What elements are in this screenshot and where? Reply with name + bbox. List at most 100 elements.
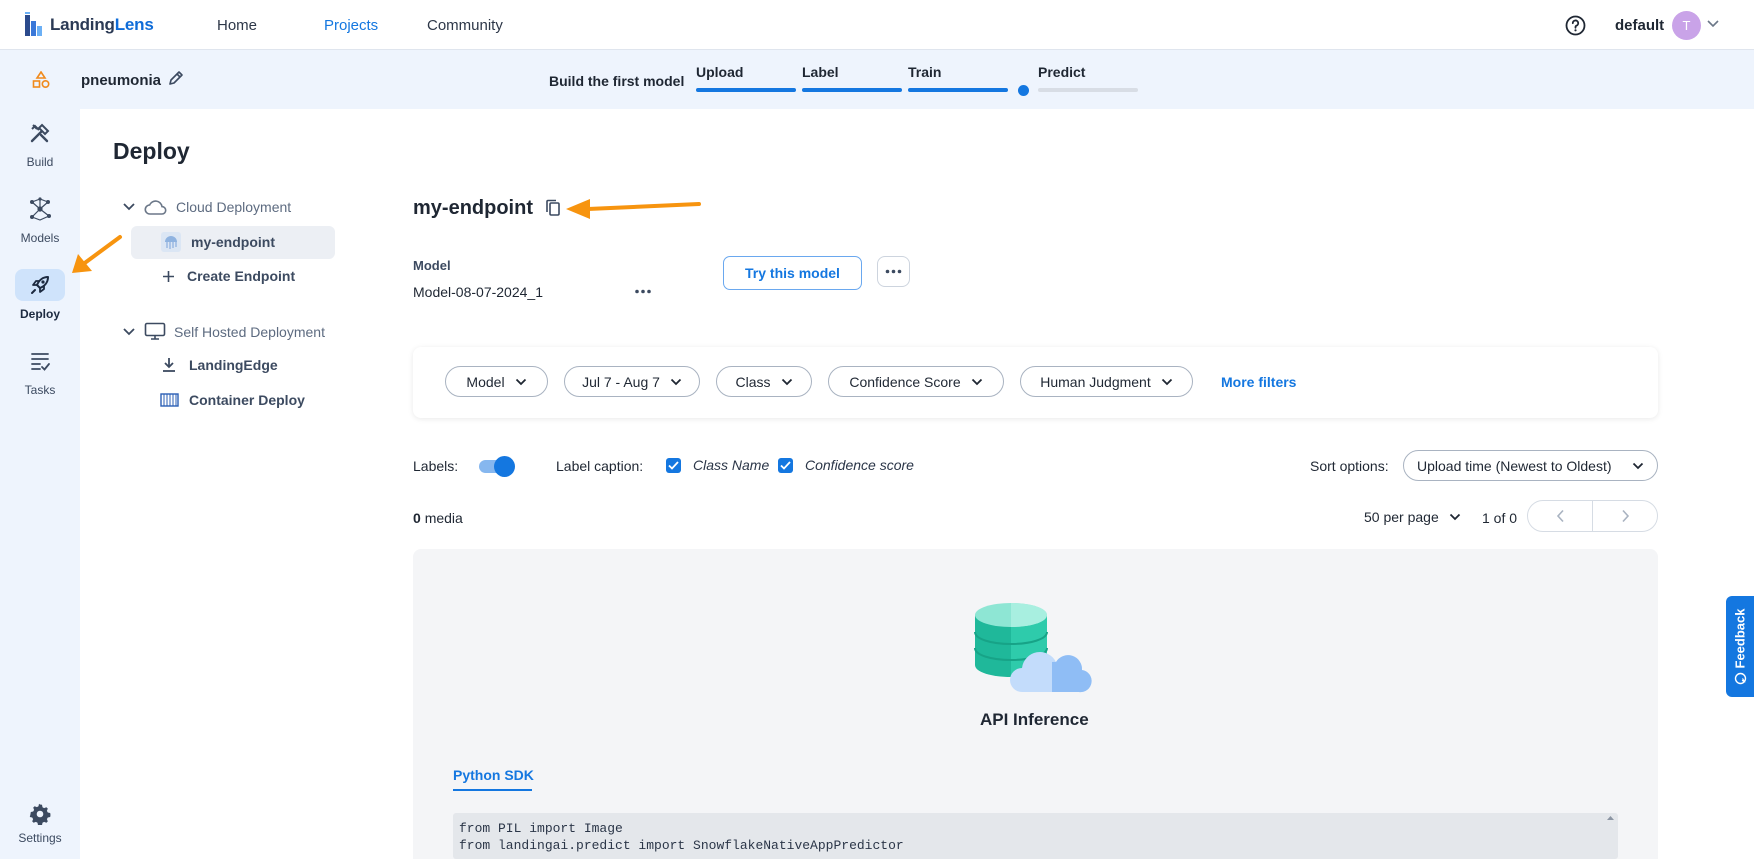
sidebar-label-build: Build (26, 155, 54, 169)
caption-confidence-option[interactable]: Confidence score (778, 457, 914, 473)
model-value: Model-08-07-2024_1 (413, 284, 543, 300)
prev-page-button[interactable] (1528, 501, 1593, 531)
monitor-icon (144, 322, 166, 341)
sidebar-item-tasks[interactable]: Tasks (0, 345, 80, 397)
chevron-down-icon[interactable] (122, 202, 136, 212)
filter-confidence-score[interactable]: Confidence Score (828, 366, 1004, 397)
next-page-button[interactable] (1593, 501, 1657, 531)
more-filters-link[interactable]: More filters (1221, 374, 1296, 390)
feedback-tab[interactable]: Feedback (1726, 596, 1754, 697)
gear-icon (29, 803, 51, 825)
tree-cloud-label: Cloud Deployment (176, 199, 292, 215)
step-label[interactable]: Label (802, 64, 839, 80)
endpoint-title: my-endpoint (413, 197, 533, 219)
current-step-dot (1018, 85, 1029, 96)
tree-endpoint-item[interactable]: my-endpoint (161, 232, 275, 252)
chevron-down-icon (1449, 513, 1460, 521)
code-line-3-partial: x (459, 854, 1612, 859)
filter-date-label: Jul 7 - Aug 7 (582, 373, 660, 390)
tab-python-sdk[interactable]: Python SDK (453, 767, 534, 783)
tree-landingedge[interactable]: LandingEdge (161, 357, 278, 373)
create-endpoint-button[interactable]: Create Endpoint (162, 268, 295, 284)
chevron-down-icon (971, 378, 982, 385)
avatar[interactable]: T (1672, 11, 1701, 40)
step-train[interactable]: Train (908, 64, 941, 80)
step-train-bar (908, 88, 1008, 92)
more-options-button[interactable] (877, 256, 910, 287)
logo-text: LandingLens (50, 15, 154, 34)
tree-self-hosted[interactable]: Self Hosted Deployment (122, 322, 325, 341)
chevron-left-icon (1556, 509, 1564, 523)
filter-class[interactable]: Class (716, 366, 812, 397)
sidebar-label-tasks: Tasks (24, 383, 56, 397)
create-endpoint-label: Create Endpoint (187, 268, 296, 284)
tree-cloud-deployment[interactable]: Cloud Deployment (122, 198, 291, 216)
filter-model-label: Model (466, 373, 505, 390)
tree-container-label: Container Deploy (189, 392, 305, 408)
filter-model[interactable]: Model (445, 366, 548, 397)
copy-icon[interactable] (545, 199, 561, 217)
plus-icon (162, 270, 175, 283)
edit-pencil-icon[interactable] (167, 70, 184, 87)
container-icon (160, 393, 179, 407)
labels-toggle[interactable] (477, 455, 516, 477)
per-page-select[interactable]: 50 per page (1364, 509, 1461, 525)
database-cloud-icon (972, 600, 1097, 696)
model-more-icon[interactable] (634, 289, 652, 294)
nav-projects[interactable]: Projects (324, 17, 378, 34)
code-line-2: from landingai.predict import SnowflakeN… (459, 838, 904, 853)
project-bar (0, 51, 1754, 109)
pager (1527, 500, 1658, 532)
nav-community[interactable]: Community (427, 17, 503, 34)
filter-confidence-label: Confidence Score (849, 373, 961, 390)
sort-options-text: Sort options: (1310, 458, 1389, 474)
step-predict-bar (1038, 88, 1138, 92)
feedback-label: Feedback (1732, 608, 1748, 669)
user-name[interactable]: default (1615, 17, 1664, 34)
logo[interactable]: LandingLens (24, 12, 154, 38)
sidebar-label-deploy: Deploy (19, 307, 60, 321)
try-this-model-button[interactable]: Try this model (723, 256, 862, 290)
top-nav (0, 0, 1754, 50)
code-block[interactable]: from PIL import Image from landingai.pre… (453, 813, 1618, 859)
feedback-icon (1734, 672, 1746, 685)
page-title: Deploy (113, 138, 190, 164)
tree-container-deploy[interactable]: Container Deploy (160, 392, 305, 408)
sidebar-item-models[interactable]: Models (0, 193, 80, 245)
chevron-right-icon (1621, 509, 1629, 523)
nav-home[interactable]: Home (217, 17, 257, 34)
api-inference-title: API Inference (980, 710, 1089, 729)
sort-select[interactable]: Upload time (Newest to Oldest) (1403, 450, 1658, 481)
confidence-score-label: Confidence score (805, 457, 914, 473)
sidebar-item-settings[interactable]: Settings (0, 803, 80, 845)
chevron-down-icon (515, 378, 526, 385)
download-icon (161, 357, 177, 373)
filter-date-range[interactable]: Jul 7 - Aug 7 (564, 366, 700, 397)
chevron-down-icon (781, 378, 792, 385)
class-name-label: Class Name (693, 457, 770, 473)
chevron-down-icon (1632, 462, 1644, 469)
class-name-checkbox[interactable] (666, 457, 681, 473)
labels-text: Labels: (413, 458, 459, 474)
media-count: 0 media (413, 510, 463, 526)
help-icon[interactable] (1565, 15, 1586, 36)
step-upload[interactable]: Upload (696, 64, 743, 80)
confidence-score-checkbox[interactable] (778, 457, 793, 473)
page-indicator: 1 of 0 (1482, 510, 1518, 526)
per-page-value: 50 per page (1364, 509, 1439, 525)
filter-class-label: Class (735, 373, 771, 390)
model-label: Model (413, 258, 451, 273)
sidebar-item-build[interactable]: Build (0, 117, 80, 169)
sidebar-item-deploy[interactable]: Deploy (0, 269, 80, 321)
step-upload-bar (696, 88, 796, 92)
tree-endpoint-label: my-endpoint (191, 234, 275, 250)
scroll-up-arrow-icon[interactable] (1606, 814, 1615, 821)
caption-class-option[interactable]: Class Name (666, 457, 769, 473)
filter-human-judgment-label: Human Judgment (1040, 373, 1151, 390)
filter-human-judgment[interactable]: Human Judgment (1020, 366, 1193, 397)
sidebar-label-settings: Settings (18, 831, 62, 845)
rocket-icon (15, 269, 65, 301)
chevron-down-icon[interactable] (1706, 19, 1720, 29)
chevron-down-icon[interactable] (122, 327, 136, 337)
step-predict[interactable]: Predict (1038, 64, 1085, 80)
